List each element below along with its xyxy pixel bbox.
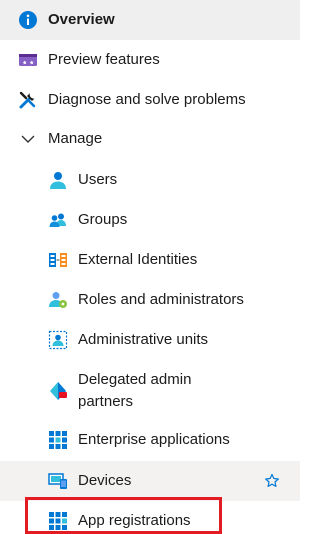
nav-label: Devices (78, 472, 132, 489)
administrative-units-icon (48, 330, 68, 350)
star-favorite-icon[interactable] (264, 473, 280, 489)
nav-label: External Identities (78, 251, 198, 268)
external-identities-icon (48, 250, 68, 270)
nav-item-overview[interactable]: Overview (0, 0, 300, 40)
delegated-admin-icon (48, 381, 68, 401)
roles-icon (48, 290, 68, 310)
info-icon (18, 10, 38, 30)
nav-label: Roles and administrators (78, 291, 244, 308)
nav-item-external-identities[interactable]: External Identities (0, 240, 300, 280)
nav-item-roles[interactable]: Roles and administrators (0, 280, 300, 320)
wrench-icon (18, 90, 38, 110)
nav-item-preview-features[interactable]: Preview features (0, 40, 300, 80)
nav-item-enterprise-applications[interactable]: Enterprise applications (0, 420, 300, 460)
nav-item-groups[interactable]: Groups (0, 200, 300, 240)
nav-label: Administrative units (78, 331, 209, 348)
nav-group-manage[interactable]: Manage (0, 120, 300, 158)
preview-features-icon (18, 50, 38, 70)
nav-label: Enterprise applications (78, 431, 230, 448)
user-icon (48, 170, 68, 190)
nav-label: App registrations (78, 512, 191, 529)
chevron-down-icon (18, 129, 38, 149)
nav-label-line: Delegated admin (78, 370, 192, 388)
nav-label: Overview (48, 11, 115, 28)
nav-label: Users (78, 171, 118, 188)
nav-item-app-registrations[interactable]: App registrations (0, 501, 300, 534)
nav-label-line: partners (78, 392, 134, 410)
nav-label: Preview features (48, 51, 160, 68)
nav-item-users[interactable]: Users (0, 160, 300, 200)
nav-label: Diagnose and solve problems (48, 91, 246, 108)
app-registrations-icon (48, 511, 68, 531)
navigation-menu: Overview Preview features Diagnose and s… (0, 0, 300, 534)
nav-label: Manage (48, 130, 103, 147)
groups-icon (48, 210, 68, 230)
devices-icon (48, 471, 68, 491)
nav-item-diagnose[interactable]: Diagnose and solve problems (0, 80, 300, 120)
nav-label-multiline: Delegated admin partners (78, 369, 191, 413)
nav-item-administrative-units[interactable]: Administrative units (0, 320, 300, 360)
nav-item-devices[interactable]: Devices (0, 461, 300, 501)
apps-grid-icon (48, 430, 68, 450)
nav-label: Groups (78, 211, 128, 228)
nav-item-delegated-admin-partners[interactable]: Delegated admin partners (0, 362, 300, 420)
